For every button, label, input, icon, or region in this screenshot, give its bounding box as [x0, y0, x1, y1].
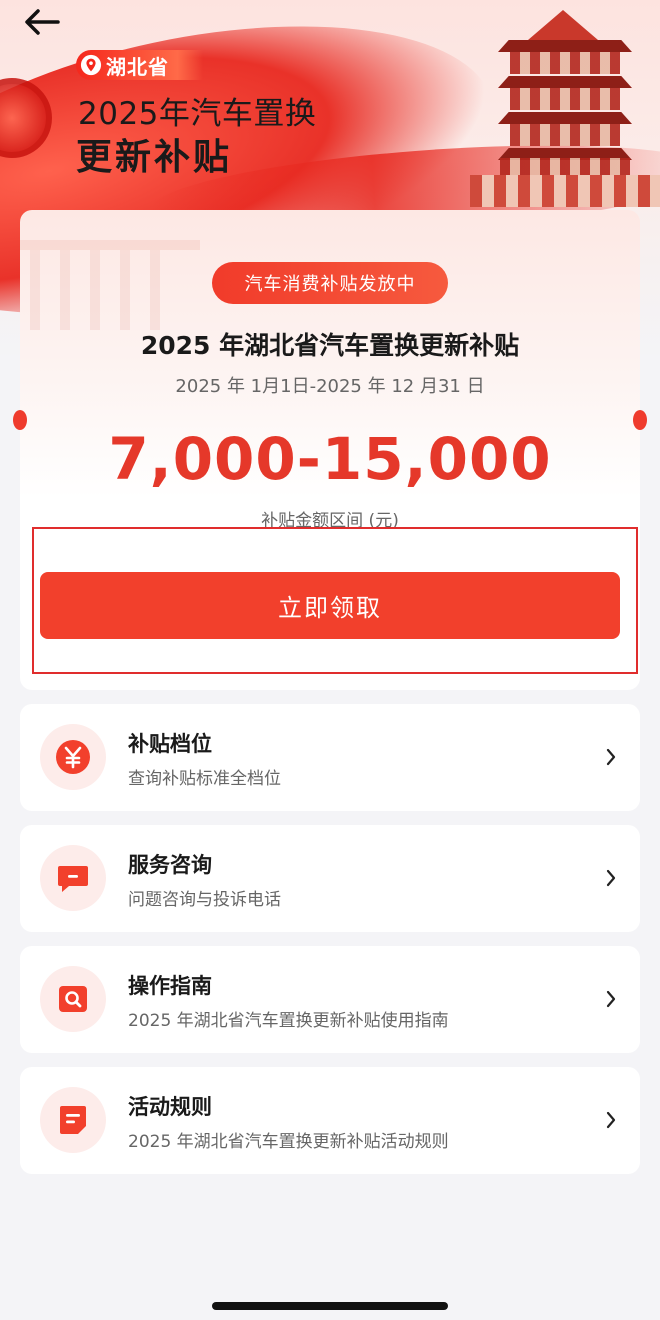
menu-item-activity-rules[interactable]: 活动规则 2025 年湖北省汽车置换更新补贴活动规则 [20, 1067, 640, 1174]
menu-title: 服务咨询 [128, 853, 212, 877]
region-tag: 湖北省 [76, 50, 203, 80]
hero-title-line2: 更新补贴 [76, 137, 233, 178]
chat-icon [58, 866, 88, 892]
menu-subtitle: 2025 年湖北省汽车置换更新补贴活动规则 [128, 1132, 449, 1152]
document-icon [60, 1106, 86, 1134]
location-pin-icon [80, 54, 102, 76]
chevron-right-icon [606, 1111, 616, 1129]
search-icon [59, 986, 87, 1012]
claim-now-button[interactable]: 立即领取 [40, 572, 620, 639]
menu-item-service-consult[interactable]: 服务咨询 问题咨询与投诉电话 [20, 825, 640, 932]
subsidy-title: 2025 年湖北省汽车置换更新补贴 [140, 331, 520, 360]
menu-subtitle: 2025 年湖北省汽车置换更新补贴使用指南 [128, 1011, 449, 1031]
menu-subtitle: 查询补贴标准全档位 [128, 769, 281, 789]
hero-title-line1: 2025年汽车置换 [78, 96, 317, 132]
menu-subtitle: 问题咨询与投诉电话 [128, 890, 281, 910]
menu-item-subsidy-levels[interactable]: 补贴档位 查询补贴标准全档位 [20, 704, 640, 811]
chevron-right-icon [606, 990, 616, 1008]
subsidy-period: 2025 年 1月1日-2025 年 12 月31 日 [175, 376, 485, 397]
menu-item-operation-guide[interactable]: 操作指南 2025 年湖北省汽车置换更新补贴使用指南 [20, 946, 640, 1053]
menu-title: 补贴档位 [128, 732, 212, 756]
back-arrow-icon[interactable] [22, 6, 62, 38]
menu-title: 操作指南 [128, 974, 212, 998]
building-decoration [20, 210, 200, 330]
chevron-right-icon [606, 748, 616, 766]
subsidy-amount: 7,000-15,000 [108, 425, 552, 493]
yuan-icon [56, 740, 90, 774]
chevron-right-icon [606, 869, 616, 887]
status-badge: 汽车消费补贴发放中 [212, 262, 448, 304]
menu-title: 活动规则 [128, 1095, 212, 1119]
region-label: 湖北省 [106, 54, 169, 79]
home-indicator[interactable] [212, 1302, 448, 1310]
yellow-crane-tower-image [470, 0, 660, 215]
